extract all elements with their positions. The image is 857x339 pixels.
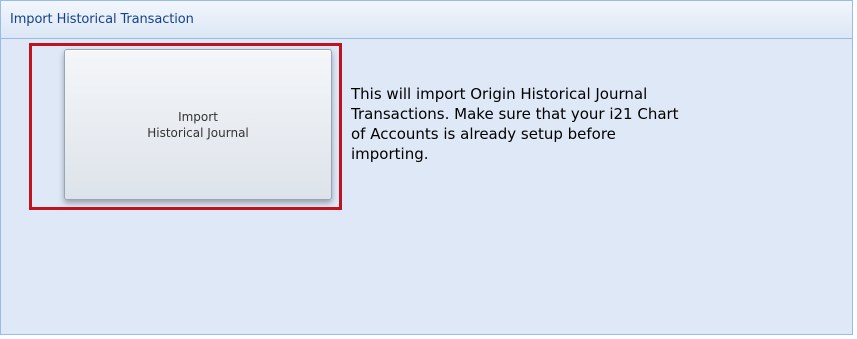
import-button-label-line2: Historical Journal	[147, 125, 249, 140]
import-description: This will import Origin Historical Journ…	[351, 84, 771, 164]
import-historical-journal-button[interactable]: Import Historical Journal	[64, 49, 332, 200]
description-line: This will import Origin Historical Journ…	[351, 85, 648, 103]
description-line: of Accounts is already setup before	[351, 125, 616, 143]
panel-title: Import Historical Transaction	[1, 1, 852, 39]
import-historical-transaction-panel: Import Historical Transaction Import His…	[0, 0, 853, 335]
description-line: importing.	[351, 145, 429, 163]
description-line: Transactions. Make sure that your i21 Ch…	[351, 105, 679, 123]
import-button-label-line1: Import	[178, 109, 218, 124]
